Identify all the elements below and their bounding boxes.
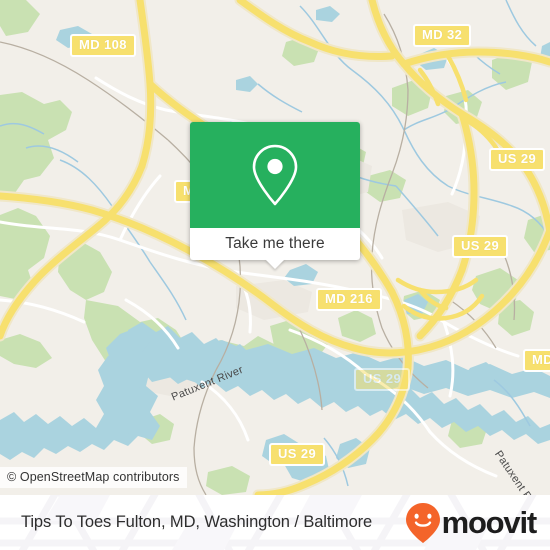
place-popup[interactable]: Take me there	[190, 122, 360, 269]
road-shield: US 29	[354, 368, 411, 391]
osm-attribution[interactable]: © OpenStreetMap contributors	[0, 467, 187, 488]
map-canvas[interactable]: MD 108MD 32US 29US 29MDMD 216MD 2US 29US…	[0, 0, 550, 495]
take-me-there-label[interactable]: Take me there	[190, 228, 360, 260]
road-shield: US 29	[452, 235, 509, 258]
popup-tail	[265, 259, 285, 269]
moovit-smiley-pin-icon	[405, 502, 440, 543]
bottom-bar: Tips To Toes Fulton, MD, Washington / Ba…	[0, 495, 550, 550]
road-shield: MD 108	[70, 34, 136, 57]
road-shield: US 29	[269, 443, 326, 466]
road-shield: MD 32	[413, 24, 472, 47]
map-pin-icon	[252, 144, 298, 206]
popup-image-area	[190, 122, 360, 228]
moovit-map-screenshot: MD 108MD 32US 29US 29MDMD 216MD 2US 29US…	[0, 0, 550, 550]
place-title: Tips To Toes Fulton, MD, Washington / Ba…	[21, 513, 373, 531]
road-shield: MD 2	[523, 349, 550, 372]
road-shield: US 29	[489, 148, 546, 171]
road-shield: MD 216	[316, 288, 382, 311]
moovit-logo[interactable]: moovit	[405, 495, 538, 550]
moovit-wordmark: moovit	[441, 505, 538, 540]
